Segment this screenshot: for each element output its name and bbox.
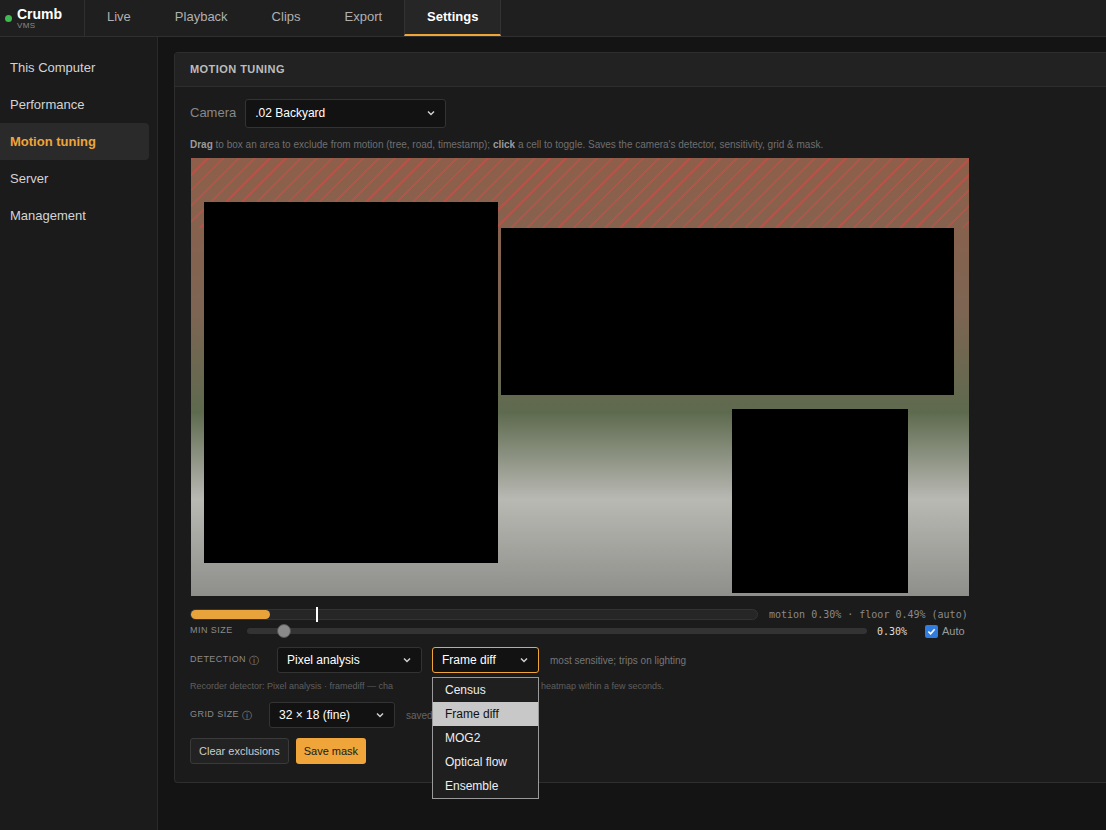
instruction-text: a cell to toggle. Saves the camera's det…: [515, 139, 823, 150]
instruction-text: click: [493, 139, 515, 150]
algorithm-select[interactable]: Frame diffCensusFrame diffMOG2Optical fl…: [432, 647, 539, 673]
detection-row: DETECTIONⓘ Pixel analysis Frame diffCensus…: [190, 647, 1091, 673]
camera-label: Camera: [190, 103, 236, 123]
recorder-note-text: Recorder detector: Pixel analysis · fram…: [190, 681, 393, 691]
algorithm-value: Frame diff: [442, 651, 496, 669]
logo[interactable]: CrumbVMS: [0, 0, 85, 36]
chevron-down-icon: [375, 710, 385, 720]
detection-label: DETECTION: [190, 653, 246, 667]
min-size-reading: 0.30%: [877, 624, 925, 639]
algorithm-option[interactable]: MOG2: [433, 726, 538, 750]
min-size-slider[interactable]: [247, 628, 867, 634]
sidebar: This ComputerPerformanceMotion tuningSer…: [0, 37, 158, 830]
auto-checkbox[interactable]: [925, 625, 938, 638]
motion-meter-fill: [191, 610, 270, 619]
nav-tab[interactable]: Playback: [153, 0, 250, 36]
info-icon: ⓘ: [242, 708, 252, 723]
button-row: Clear exclusions Save mask: [190, 738, 1091, 764]
motion-panel: MOTION TUNING Camera .02 Backyard Drag to b…: [174, 52, 1106, 783]
camera-value: .02 Backyard: [255, 104, 325, 122]
sidebar-item[interactable]: Management: [0, 197, 149, 234]
sidebar-item[interactable]: Server: [0, 160, 149, 197]
nav-tab[interactable]: Live: [85, 0, 153, 36]
auto-label: Auto: [942, 623, 965, 640]
status-dot: [5, 15, 12, 22]
algorithm-option[interactable]: Census: [433, 678, 538, 702]
sidebar-item[interactable]: Performance: [0, 86, 149, 123]
info-icon: ⓘ: [249, 653, 259, 668]
recorder-note: Recorder detector: Pixel analysis · fram…: [190, 681, 1091, 692]
algorithm-menu: CensusFrame diffMOG2Optical flowEnsemble: [432, 677, 539, 799]
min-size-row: MIN SIZE 0.30% Auto: [190, 624, 1091, 638]
sidebar-item[interactable]: This Computer: [0, 49, 149, 86]
chevron-down-icon: [402, 655, 412, 665]
recorder-note-text: heatmap within a few seconds.: [541, 681, 664, 692]
camera-row: Camera .02 Backyard: [190, 98, 1091, 128]
app-subtitle: VMS: [17, 22, 62, 30]
grid-value: 32 × 18 (fine): [279, 706, 350, 724]
clear-exclusions-button[interactable]: Clear exclusions: [190, 738, 289, 764]
masked-region: [204, 202, 498, 563]
detector-select[interactable]: Pixel analysis: [277, 647, 422, 673]
grid-note: saved: [406, 708, 433, 723]
nav-tab[interactable]: Export: [323, 0, 405, 36]
instruction-text: to box an area to exclude from motion (t…: [213, 139, 493, 150]
motion-reading: motion 0.30% · floor 0.49% (auto): [769, 607, 968, 622]
algorithm-option[interactable]: Frame diff: [433, 702, 538, 726]
chevron-down-icon: [426, 108, 436, 118]
top-bar: CrumbVMS LivePlaybackClipsExportSettings: [0, 0, 1106, 37]
slider-knob[interactable]: [277, 624, 291, 638]
detection-hint: most sensitive; trips on lighting: [550, 653, 686, 668]
nav-tab[interactable]: Clips: [250, 0, 323, 36]
floor-marker: [316, 607, 318, 622]
panel-content: Camera .02 Backyard Drag to box an area to…: [175, 87, 1106, 764]
min-size-label: MIN SIZE: [190, 624, 247, 638]
panel-header: MOTION TUNING: [175, 53, 1106, 87]
logo-text: CrumbVMS: [17, 7, 62, 30]
app-name: Crumb: [17, 7, 62, 21]
sidebar-item[interactable]: Motion tuning: [0, 123, 149, 160]
nav-tab[interactable]: Settings: [404, 0, 501, 36]
instruction-text: Drag: [190, 139, 213, 150]
detection-label-group: DETECTIONⓘ: [190, 653, 277, 668]
algorithm-option[interactable]: Optical flow: [433, 750, 538, 774]
body: This ComputerPerformanceMotion tuningSer…: [0, 37, 1106, 830]
main: MOTION TUNING Camera .02 Backyard Drag to b…: [158, 37, 1106, 830]
masked-region: [732, 409, 908, 593]
algorithm-option[interactable]: Ensemble: [433, 774, 538, 798]
motion-meter: [190, 609, 758, 620]
grid-size-row: GRID SIZEⓘ 32 × 18 (fine) saved: [190, 702, 1091, 728]
camera-select[interactable]: .02 Backyard: [245, 99, 446, 128]
camera-frame[interactable]: [191, 158, 969, 596]
check-icon: [927, 627, 936, 636]
save-mask-button[interactable]: Save mask: [296, 738, 366, 764]
grid-label-group: GRID SIZEⓘ: [190, 708, 269, 723]
grid-label: GRID SIZE: [190, 708, 239, 722]
grid-select[interactable]: 32 × 18 (fine): [269, 702, 395, 728]
masked-region: [501, 228, 954, 395]
instructions: Drag to box an area to exclude from moti…: [190, 139, 1091, 151]
motion-meter-row: motion 0.30% · floor 0.49% (auto): [190, 607, 1091, 622]
chevron-down-icon: [519, 655, 529, 665]
panel-title: MOTION TUNING: [190, 61, 285, 78]
detector-value: Pixel analysis: [287, 651, 360, 669]
